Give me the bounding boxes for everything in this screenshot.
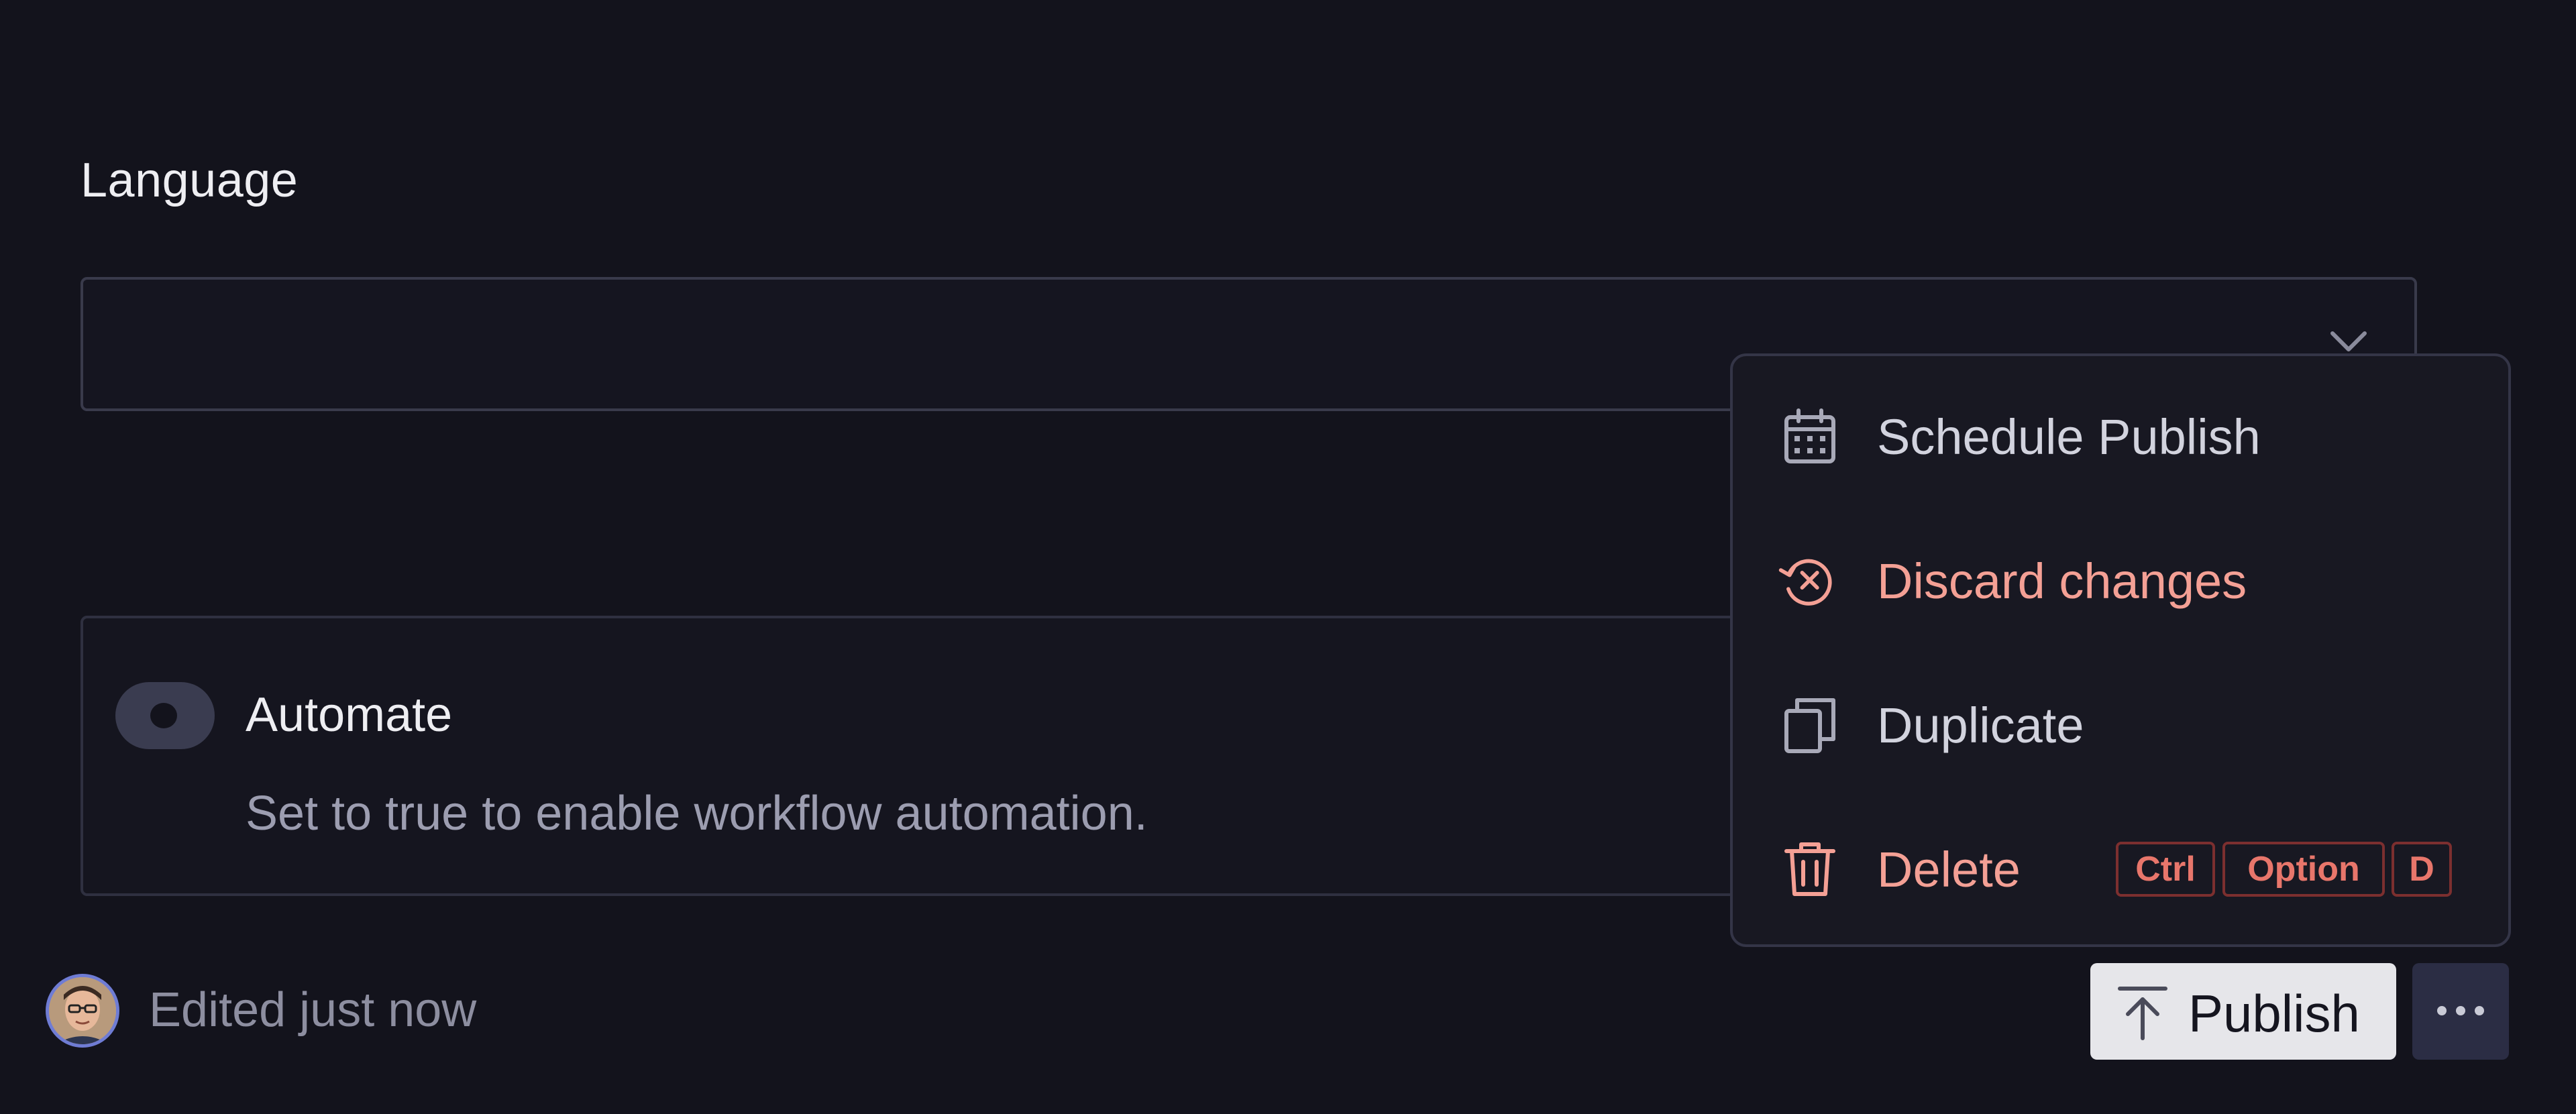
more-horizontal-icon	[2437, 1006, 2484, 1015]
shortcut-key: Option	[2222, 842, 2385, 897]
shortcut-key: Ctrl	[2116, 842, 2215, 897]
toggle-knob	[150, 703, 177, 728]
more-options-button[interactable]	[2412, 963, 2509, 1060]
edit-page: Language Automate Set to true to enable …	[0, 0, 2576, 1114]
avatar[interactable]	[46, 974, 119, 1048]
publish-button[interactable]: Publish	[2090, 963, 2396, 1060]
menu-item-label: Schedule Publish	[1877, 409, 2261, 465]
edited-status: Edited just now	[149, 983, 477, 1037]
shortcut-key: D	[2392, 842, 2452, 897]
duplicate-icon	[1784, 698, 1835, 753]
publish-label: Publish	[2188, 984, 2360, 1043]
menu-item-label: Duplicate	[1877, 698, 2084, 753]
menu-item-schedule-publish[interactable]: Schedule Publish	[1733, 370, 2508, 504]
calendar-icon	[1784, 408, 1835, 463]
menu-item-duplicate[interactable]: Duplicate	[1733, 658, 2508, 792]
menu-item-label: Discard changes	[1877, 553, 2247, 609]
discard-icon	[1778, 559, 1832, 606]
language-label: Language	[80, 154, 299, 207]
publish-arrow-up-icon	[2118, 987, 2167, 1040]
automate-description: Set to true to enable workflow automatio…	[246, 787, 1148, 840]
automate-toggle[interactable]	[115, 682, 215, 749]
automate-card: Automate Set to true to enable workflow …	[80, 616, 1892, 896]
delete-shortcut: Ctrl Option D	[2116, 842, 2458, 897]
trash-icon	[1784, 842, 1835, 896]
chevron-down-icon	[2330, 331, 2367, 351]
menu-item-label: Delete	[1877, 842, 2021, 897]
automate-title: Automate	[246, 688, 453, 742]
avatar-image	[49, 977, 116, 1044]
more-options-menu: Schedule Publish Discard changes Duplica…	[1730, 353, 2511, 947]
menu-item-delete[interactable]: Delete Ctrl Option D	[1733, 802, 2508, 936]
menu-item-discard-changes[interactable]: Discard changes	[1733, 514, 2508, 648]
